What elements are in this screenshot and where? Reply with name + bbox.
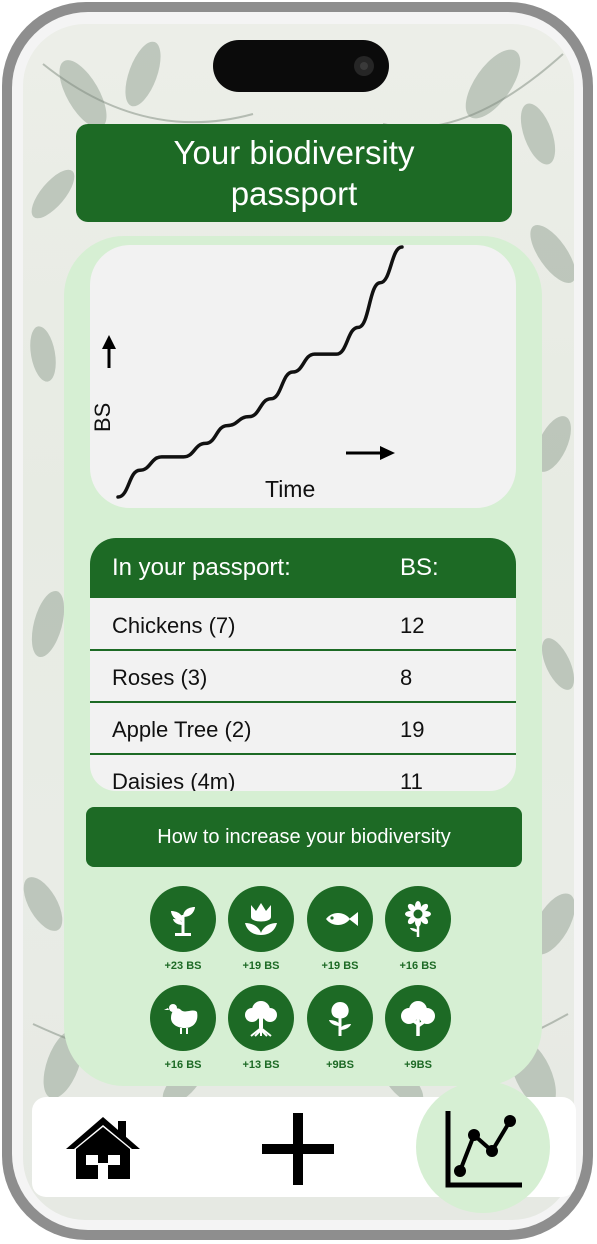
tip-seedling-button[interactable] <box>150 886 216 952</box>
row-divider <box>90 649 516 651</box>
tip-chicken-button[interactable] <box>150 985 216 1051</box>
row-name: Daisies (4m) <box>112 769 236 791</box>
passport-table: In your passport: BS: Chickens (7) 12 Ro… <box>90 538 516 791</box>
row-bs: 11 <box>400 769 423 791</box>
row-bs: 19 <box>400 717 425 742</box>
row-divider <box>90 701 516 703</box>
nav-add-button[interactable] <box>262 1113 334 1185</box>
header-name: In your passport: <box>112 554 291 581</box>
table-row[interactable]: Daisies (4m) 11 <box>90 756 516 791</box>
tulip-icon <box>245 903 277 935</box>
tree-icon <box>401 1001 435 1036</box>
tip-label: +19 BS <box>321 960 359 972</box>
table-row[interactable]: Chickens (7) 12 <box>90 600 516 652</box>
tip-label: +16 BS <box>164 1059 202 1071</box>
tip-fish-button[interactable] <box>307 886 373 952</box>
table-row[interactable]: Apple Tree (2) 19 <box>90 704 516 756</box>
sunflower-icon <box>405 901 431 937</box>
tree-roots-icon <box>245 1001 277 1037</box>
table-header: In your passport: BS: <box>90 538 516 598</box>
y-axis-label: BS <box>90 402 115 432</box>
tip-label: +9BS <box>404 1059 432 1071</box>
tip-tree-roots-button[interactable] <box>228 985 294 1051</box>
page-title-text: Your biodiversity passport <box>173 134 415 212</box>
tip-label: +19 BS <box>242 960 280 972</box>
bs-chart-card <box>90 245 516 508</box>
nav-home-button[interactable] <box>64 1115 142 1181</box>
page-title: Your biodiversity passport <box>76 124 512 222</box>
tip-label: +9BS <box>326 1059 354 1071</box>
row-bs: 8 <box>400 665 413 690</box>
row-name: Chickens (7) <box>112 613 236 638</box>
tip-rose-button[interactable] <box>307 985 373 1051</box>
row-divider <box>90 753 516 755</box>
bs-series-line <box>116 245 404 499</box>
tip-tree-button[interactable] <box>385 985 451 1051</box>
nav-stats-button[interactable] <box>416 1081 550 1213</box>
arrow-up-icon <box>102 335 116 368</box>
header-bs: BS: <box>400 554 439 581</box>
row-bs: 12 <box>400 613 425 638</box>
fish-icon <box>326 912 358 926</box>
row-name: Apple Tree (2) <box>112 717 252 742</box>
tip-label: +23 BS <box>164 960 202 972</box>
line-chart-icon <box>445 1111 522 1188</box>
camera-icon <box>354 56 374 76</box>
arrow-right-icon <box>346 446 395 460</box>
plus-icon <box>262 1113 334 1185</box>
table-row[interactable]: Roses (3) 8 <box>90 652 516 704</box>
dynamic-island <box>213 40 389 92</box>
rose-icon <box>329 1002 351 1036</box>
seedling-icon <box>171 907 195 936</box>
tip-sunflower-button[interactable] <box>385 886 451 952</box>
chicken-icon <box>164 1004 198 1034</box>
home-icon <box>66 1117 140 1179</box>
bs-chart <box>102 245 404 499</box>
tip-tulip-button[interactable] <box>228 886 294 952</box>
x-axis-label: Time <box>265 476 316 502</box>
tip-label: +16 BS <box>399 960 437 972</box>
increase-biodiversity-button[interactable]: How to increase your biodiversity <box>86 807 522 867</box>
tip-label: +13 BS <box>242 1059 280 1071</box>
row-name: Roses (3) <box>112 665 208 690</box>
